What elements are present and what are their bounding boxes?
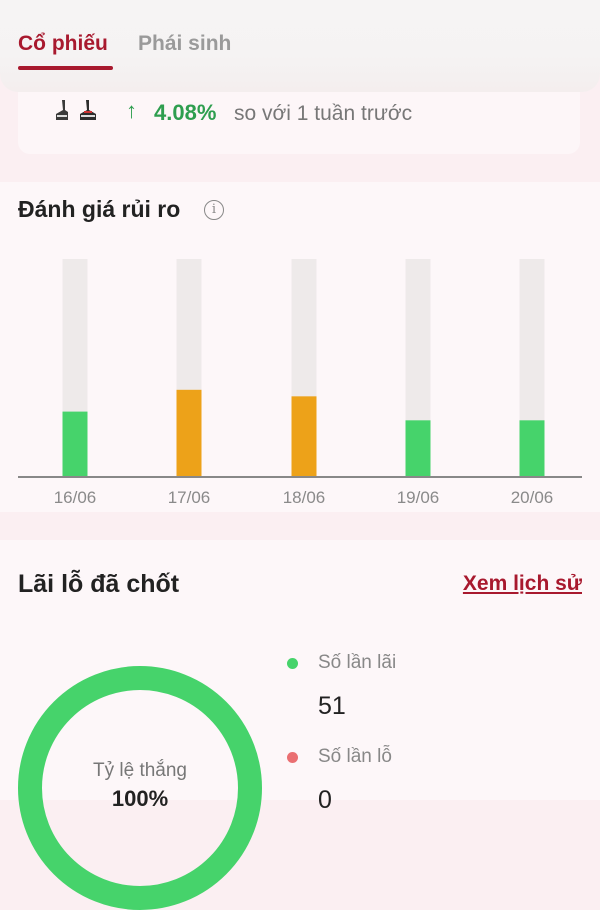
x-tick-label: 16/06 xyxy=(54,488,97,507)
risk-bar-18-06[interactable] xyxy=(291,396,317,477)
profit-dot-icon xyxy=(287,658,298,669)
x-tick-label: 20/06 xyxy=(511,488,554,507)
weekly-change-caption: so với 1 tuần trước xyxy=(234,102,413,125)
active-tab-indicator xyxy=(18,66,113,70)
pl-title: Lãi lỗ đã chốt xyxy=(18,570,180,598)
risk-bar-20-06[interactable] xyxy=(519,420,545,477)
loss-dot-icon xyxy=(287,752,298,763)
x-tick-label: 19/06 xyxy=(397,488,440,507)
win-rate-value: 100% xyxy=(111,786,169,811)
view-history-link[interactable]: Xem lịch sử xyxy=(463,572,582,596)
loss-count-value: 0 xyxy=(318,786,332,814)
sneakers-icon xyxy=(56,100,96,120)
profit-count-label: Số lần lãi xyxy=(318,652,397,673)
x-tick-label: 18/06 xyxy=(283,488,326,507)
weekly-change-value: 4.08% xyxy=(154,100,217,125)
tab-derivatives[interactable]: Phái sinh xyxy=(138,32,231,56)
win-rate-label: Tỷ lệ thắng xyxy=(93,760,187,781)
profit-count-value: 51 xyxy=(318,692,346,720)
tab-stocks[interactable]: Cổ phiếu xyxy=(18,32,108,56)
risk-bar-chart: 16/06 17/06 18/06 19/06 20/06 xyxy=(18,259,582,507)
realized-pl-section: Lãi lỗ đã chốt Xem lịch sử Tỷ lệ thắng 1… xyxy=(0,540,600,910)
loss-count-label: Số lần lỗ xyxy=(318,746,392,767)
risk-bar-19-06[interactable] xyxy=(405,420,431,477)
top-tab-bar: Cổ phiếu Phái sinh xyxy=(0,0,600,92)
risk-assessment-section: Đánh giá rủi ro i 16/06 17/06 18/06 19/06 20… xyxy=(0,182,600,512)
up-arrow-icon: ↑ xyxy=(126,98,137,123)
risk-bar-16-06[interactable] xyxy=(62,411,88,477)
x-tick-label: 17/06 xyxy=(168,488,211,507)
risk-bar-17-06[interactable] xyxy=(176,389,202,477)
